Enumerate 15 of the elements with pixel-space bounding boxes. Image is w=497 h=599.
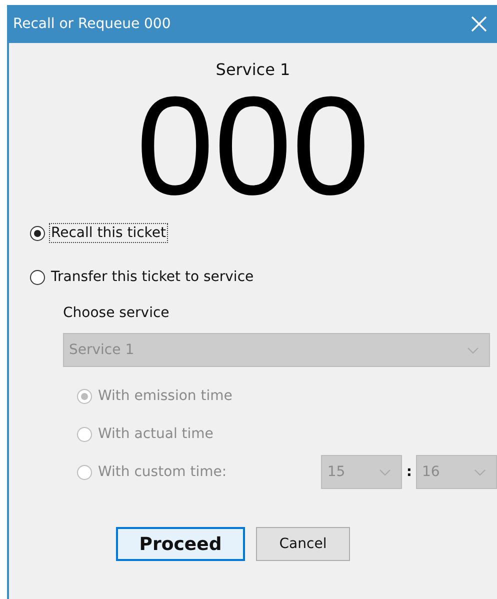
choose-service-label: Choose service (63, 305, 170, 321)
option-label[interactable]: Recall this ticket (49, 223, 168, 243)
time-separator: : (406, 464, 412, 480)
option-label[interactable]: Transfer this ticket to service (49, 267, 256, 287)
ticket-number: 000 (136, 81, 370, 211)
chevron-icon (474, 468, 486, 476)
radio-button[interactable] (30, 226, 45, 240)
window-title: Recall or Requeue 000 (13, 16, 171, 32)
radio-button[interactable] (30, 270, 45, 284)
proceed-button[interactable]: Proceed (116, 527, 245, 561)
chevron-icon (379, 468, 392, 476)
chevron-icon (467, 346, 479, 354)
close-icon[interactable] (471, 16, 487, 32)
cancel-button[interactable]: Cancel (256, 527, 350, 561)
service-name: Service 1 (216, 60, 290, 79)
